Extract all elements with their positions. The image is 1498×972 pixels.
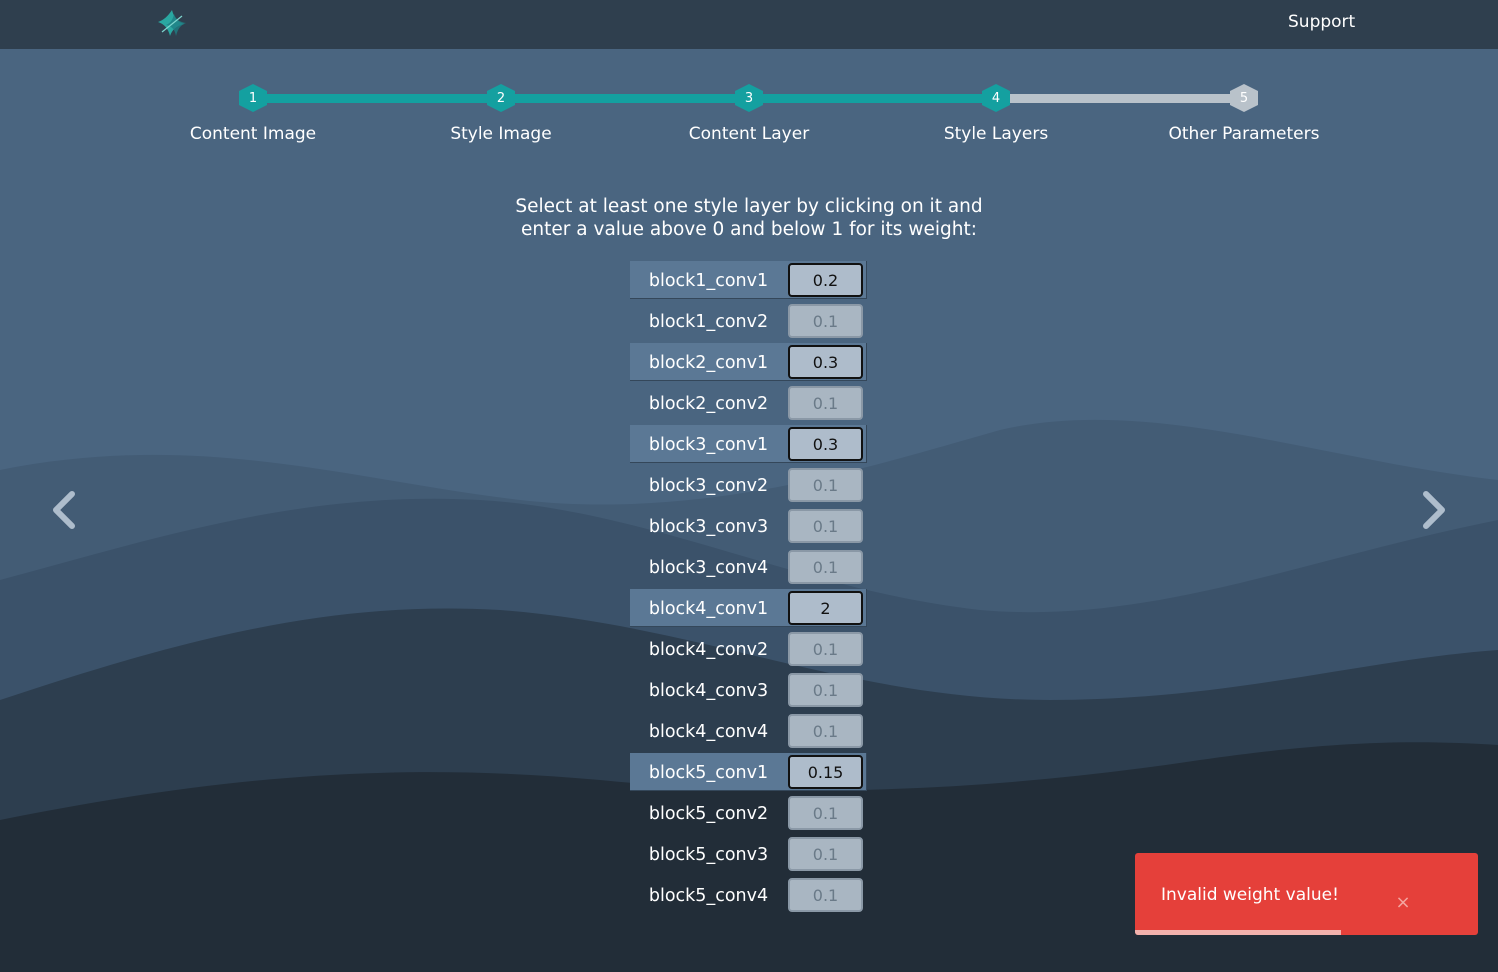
layer-weight-input[interactable] bbox=[788, 796, 863, 830]
layer-weight-input[interactable] bbox=[788, 468, 863, 502]
layer-weight-input[interactable] bbox=[788, 427, 863, 461]
step-2-label[interactable]: Style Image bbox=[401, 124, 601, 144]
layer-name-label[interactable]: block2_conv1 bbox=[630, 343, 787, 381]
style-layer-row-block3-conv4[interactable]: block3_conv4 bbox=[630, 548, 867, 586]
style-layer-row-block2-conv1[interactable]: block2_conv1 bbox=[630, 343, 867, 381]
style-layer-row-block4-conv1[interactable]: block4_conv1 bbox=[630, 589, 867, 627]
leaf-logo-icon[interactable] bbox=[154, 6, 192, 44]
layer-weight-input[interactable] bbox=[788, 837, 863, 871]
step-5-label[interactable]: Other Parameters bbox=[1144, 124, 1344, 144]
style-layer-row-block2-conv2[interactable]: block2_conv2 bbox=[630, 384, 867, 422]
layer-weight-input[interactable] bbox=[788, 673, 863, 707]
error-toast: Invalid weight value! × bbox=[1135, 853, 1478, 935]
style-layer-list: block1_conv1block1_conv2block2_conv1bloc… bbox=[630, 261, 867, 917]
style-layer-row-block5-conv4[interactable]: block5_conv4 bbox=[630, 876, 867, 914]
style-layer-row-block5-conv1[interactable]: block5_conv1 bbox=[630, 753, 867, 791]
step-3-label[interactable]: Content Layer bbox=[649, 124, 849, 144]
layer-name-label[interactable]: block4_conv2 bbox=[630, 630, 787, 668]
style-layer-row-block1-conv1[interactable]: block1_conv1 bbox=[630, 261, 867, 299]
top-navbar: Support bbox=[0, 0, 1498, 49]
layer-name-label[interactable]: block5_conv1 bbox=[630, 753, 787, 791]
layer-weight-input[interactable] bbox=[788, 263, 863, 297]
style-layer-row-block3-conv1[interactable]: block3_conv1 bbox=[630, 425, 867, 463]
step-connector-3 bbox=[749, 94, 996, 103]
layer-weight-input[interactable] bbox=[788, 386, 863, 420]
layer-weight-input[interactable] bbox=[788, 345, 863, 379]
style-layer-row-block4-conv3[interactable]: block4_conv3 bbox=[630, 671, 867, 709]
layer-weight-input[interactable] bbox=[788, 591, 863, 625]
layer-name-label[interactable]: block4_conv3 bbox=[630, 671, 787, 709]
layer-name-label[interactable]: block1_conv2 bbox=[630, 302, 787, 340]
layer-weight-input[interactable] bbox=[788, 550, 863, 584]
chevron-left-icon[interactable] bbox=[48, 490, 80, 530]
style-layer-row-block4-conv4[interactable]: block4_conv4 bbox=[630, 712, 867, 750]
layer-weight-input[interactable] bbox=[788, 714, 863, 748]
style-layer-row-block3-conv3[interactable]: block3_conv3 bbox=[630, 507, 867, 545]
layer-name-label[interactable]: block4_conv4 bbox=[630, 712, 787, 750]
layer-name-label[interactable]: block5_conv3 bbox=[630, 835, 787, 873]
toast-progress-bar bbox=[1135, 930, 1341, 935]
layer-weight-input[interactable] bbox=[788, 878, 863, 912]
close-icon[interactable]: × bbox=[1393, 893, 1413, 913]
step-connector-2 bbox=[501, 94, 749, 103]
layer-name-label[interactable]: block3_conv3 bbox=[630, 507, 787, 545]
layer-weight-input[interactable] bbox=[788, 632, 863, 666]
toast-message: Invalid weight value! bbox=[1161, 885, 1339, 905]
layer-name-label[interactable]: block2_conv2 bbox=[630, 384, 787, 422]
instructions-line-2: enter a value above 0 and below 1 for it… bbox=[521, 219, 977, 240]
instructions-text: Select at least one style layer by click… bbox=[449, 195, 1049, 241]
style-layer-row-block5-conv3[interactable]: block5_conv3 bbox=[630, 835, 867, 873]
layer-weight-input[interactable] bbox=[788, 755, 863, 789]
step-1-label[interactable]: Content Image bbox=[153, 124, 353, 144]
layer-name-label[interactable]: block3_conv4 bbox=[630, 548, 787, 586]
step-connector-1 bbox=[253, 94, 501, 103]
style-layer-row-block1-conv2[interactable]: block1_conv2 bbox=[630, 302, 867, 340]
style-layer-row-block4-conv2[interactable]: block4_conv2 bbox=[630, 630, 867, 668]
layer-weight-input[interactable] bbox=[788, 509, 863, 543]
style-layer-row-block5-conv2[interactable]: block5_conv2 bbox=[630, 794, 867, 832]
instructions-line-1: Select at least one style layer by click… bbox=[515, 196, 983, 217]
layer-name-label[interactable]: block4_conv1 bbox=[630, 589, 787, 627]
chevron-right-icon[interactable] bbox=[1418, 490, 1450, 530]
layer-name-label[interactable]: block5_conv4 bbox=[630, 876, 787, 914]
layer-name-label[interactable]: block3_conv1 bbox=[630, 425, 787, 463]
layer-name-label[interactable]: block3_conv2 bbox=[630, 466, 787, 504]
support-link[interactable]: Support bbox=[1288, 12, 1355, 32]
style-layer-row-block3-conv2[interactable]: block3_conv2 bbox=[630, 466, 867, 504]
layer-name-label[interactable]: block5_conv2 bbox=[630, 794, 787, 832]
layer-name-label[interactable]: block1_conv1 bbox=[630, 261, 787, 299]
step-4-label[interactable]: Style Layers bbox=[896, 124, 1096, 144]
step-connector-4 bbox=[996, 94, 1244, 103]
layer-weight-input[interactable] bbox=[788, 304, 863, 338]
